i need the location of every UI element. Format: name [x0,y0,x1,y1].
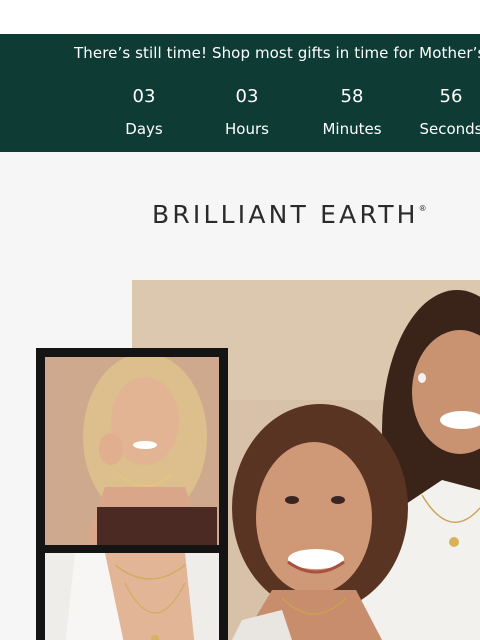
strip-photo-bottom [45,553,219,640]
countdown-seconds-label: Seconds [419,120,480,138]
countdown-hours-value: 03 [235,86,259,107]
top-whitespace [0,0,480,34]
countdown-hours-label: Hours [225,120,269,138]
photo-strip[interactable] [36,348,228,640]
countdown-seconds-value: 56 [439,86,463,107]
brand-name: BRILLIANT EARTH [152,200,419,229]
countdown-minutes-value: 58 [340,86,364,107]
registered-mark: ® [418,204,427,213]
email-body: BRILLIANT EARTH® [0,152,480,640]
promo-banner[interactable]: There’s still time! Shop most gifts in t… [0,34,480,152]
promo-message: There’s still time! Shop most gifts in t… [74,44,480,62]
countdown-days: 03 Days [99,86,189,140]
countdown-minutes-label: Minutes [322,120,382,138]
countdown-minutes: 58 Minutes [307,86,397,140]
strip-photo-top [45,357,219,545]
countdown-days-label: Days [125,120,163,138]
brand-logo[interactable]: BRILLIANT EARTH® [152,200,427,229]
countdown-days-value: 03 [132,86,156,107]
countdown-seconds: 56 Seconds [406,86,480,140]
countdown-hours: 03 Hours [202,86,292,140]
